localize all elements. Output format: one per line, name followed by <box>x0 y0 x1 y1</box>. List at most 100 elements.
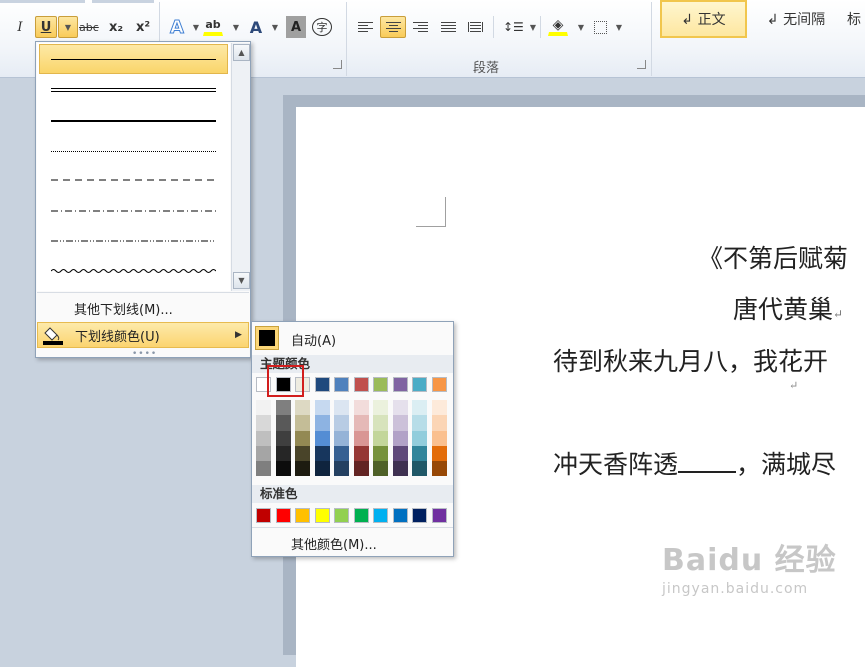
auto-color-item[interactable]: 自动(A) <box>291 330 336 349</box>
underline-dotted[interactable] <box>39 136 228 166</box>
standard-color-swatch[interactable] <box>256 508 271 523</box>
theme-color-swatch[interactable] <box>334 377 349 392</box>
theme-shade-swatch[interactable] <box>412 430 427 446</box>
theme-shade-swatch[interactable] <box>353 415 369 431</box>
theme-shade-swatch[interactable] <box>373 461 388 477</box>
standard-color-swatch[interactable] <box>353 508 369 523</box>
underline-dash-dot-dot[interactable] <box>39 227 228 257</box>
theme-shade-swatch[interactable] <box>373 400 388 416</box>
theme-shade-swatch[interactable] <box>392 461 408 477</box>
underline-wave[interactable] <box>39 258 228 288</box>
doc-author-line[interactable]: 唐代黄巢↵ <box>733 290 843 326</box>
theme-shade-swatch[interactable] <box>392 445 408 462</box>
standard-color-swatch[interactable] <box>334 508 349 523</box>
theme-shade-swatch[interactable] <box>314 430 330 446</box>
align-left-button[interactable] <box>355 16 375 38</box>
theme-shade-swatch[interactable] <box>334 415 349 431</box>
style-no-spacing[interactable]: ↲ 无间隔 <box>760 0 832 38</box>
theme-shade-swatch[interactable] <box>314 445 330 462</box>
standard-color-swatch[interactable] <box>314 508 330 523</box>
text-effect-button[interactable]: A <box>167 16 187 38</box>
theme-shade-swatch[interactable] <box>334 445 349 462</box>
doc-verse-line-1[interactable]: 待到秋来九月八，我花开 <box>553 342 828 378</box>
style-normal[interactable]: ↲ 正文 <box>660 0 747 38</box>
highlight-button[interactable]: ab <box>203 16 223 36</box>
font-color-button[interactable]: A <box>246 16 266 38</box>
shading-button[interactable]: ◈ <box>548 16 568 36</box>
standard-color-swatch[interactable] <box>373 508 388 523</box>
theme-shade-swatch[interactable] <box>392 430 408 446</box>
theme-shade-swatch[interactable] <box>373 430 388 446</box>
theme-shade-swatch[interactable] <box>275 415 291 431</box>
theme-shade-swatch[interactable] <box>314 461 330 477</box>
theme-shade-swatch[interactable] <box>275 430 291 446</box>
theme-shade-swatch[interactable] <box>295 445 310 462</box>
font-dialog-launcher[interactable] <box>333 60 342 69</box>
underline-button[interactable]: U <box>35 16 57 38</box>
theme-shade-swatch[interactable] <box>431 430 447 446</box>
strikethrough-button[interactable]: abc <box>78 16 100 38</box>
justify-button[interactable] <box>438 16 458 38</box>
underline-double[interactable] <box>39 75 228 105</box>
resize-grip-icon[interactable]: •••• <box>132 349 157 359</box>
distributed-button[interactable] <box>465 16 485 38</box>
theme-shade-swatch[interactable] <box>392 400 408 416</box>
theme-shade-swatch[interactable] <box>392 415 408 431</box>
theme-shade-swatch[interactable] <box>334 461 349 477</box>
doc-verse-line-2[interactable]: 冲天香阵透 ，满城尽 <box>553 445 836 481</box>
theme-shade-swatch[interactable] <box>431 461 447 477</box>
theme-shade-swatch[interactable] <box>431 415 447 431</box>
style-heading[interactable]: 标 <box>847 0 865 38</box>
theme-shade-swatch[interactable] <box>256 400 271 416</box>
line-spacing-button[interactable]: ↕☰ <box>502 16 525 38</box>
theme-shade-swatch[interactable] <box>373 445 388 462</box>
theme-shade-swatch[interactable] <box>334 430 349 446</box>
theme-shade-swatch[interactable] <box>353 445 369 462</box>
more-underlines-item[interactable]: 其他下划线(M)... <box>37 295 249 321</box>
theme-shade-swatch[interactable] <box>431 445 447 462</box>
theme-shade-swatch[interactable] <box>256 445 271 462</box>
underline-dashed[interactable] <box>39 166 228 196</box>
theme-shade-swatch[interactable] <box>314 415 330 431</box>
shading-dropdown[interactable]: ▼ <box>571 16 591 38</box>
align-right-button[interactable] <box>410 16 430 38</box>
theme-shade-swatch[interactable] <box>256 461 271 477</box>
theme-shade-swatch[interactable] <box>353 461 369 477</box>
underline-dash-dot[interactable] <box>39 197 228 227</box>
underline-color-item[interactable]: 下划线颜色(U) ▶ <box>37 322 249 348</box>
theme-shade-swatch[interactable] <box>373 415 388 431</box>
borders-dropdown[interactable]: ▼ <box>609 16 629 38</box>
enclose-char-button[interactable]: 字 <box>312 18 332 36</box>
more-colors-item[interactable]: 其他颜色(M)... <box>291 534 377 553</box>
theme-shade-swatch[interactable] <box>275 445 291 462</box>
auto-color-swatch[interactable] <box>255 326 279 350</box>
standard-color-swatch[interactable] <box>431 508 447 523</box>
theme-shade-swatch[interactable] <box>295 430 310 446</box>
theme-shade-swatch[interactable] <box>412 400 427 416</box>
theme-shade-swatch[interactable] <box>353 400 369 416</box>
standard-color-swatch[interactable] <box>275 508 291 523</box>
theme-shade-swatch[interactable] <box>256 415 271 431</box>
highlight-dropdown[interactable]: ▼ <box>226 16 246 38</box>
theme-shade-swatch[interactable] <box>334 400 349 416</box>
theme-color-swatch[interactable] <box>412 377 427 392</box>
theme-shade-swatch[interactable] <box>295 415 310 431</box>
theme-color-swatch[interactable] <box>431 377 447 392</box>
doc-title-line[interactable]: 《不第后赋菊 <box>698 239 848 275</box>
theme-color-swatch[interactable] <box>353 377 369 392</box>
theme-shade-swatch[interactable] <box>412 461 427 477</box>
theme-shade-swatch[interactable] <box>295 461 310 477</box>
theme-shade-swatch[interactable] <box>295 400 310 416</box>
theme-color-swatch[interactable] <box>314 377 330 392</box>
theme-shade-swatch[interactable] <box>431 400 447 416</box>
theme-shade-swatch[interactable] <box>275 400 291 416</box>
subscript-button[interactable]: x₂ <box>106 16 126 38</box>
underline-single[interactable] <box>39 44 228 74</box>
char-shading-button[interactable]: A <box>286 16 306 38</box>
theme-shade-swatch[interactable] <box>412 445 427 462</box>
scroll-down-button[interactable]: ▼ <box>233 272 250 289</box>
standard-color-swatch[interactable] <box>412 508 427 523</box>
theme-shade-swatch[interactable] <box>256 430 271 446</box>
scroll-up-button[interactable]: ▲ <box>233 44 250 61</box>
italic-button[interactable]: I <box>10 16 30 38</box>
